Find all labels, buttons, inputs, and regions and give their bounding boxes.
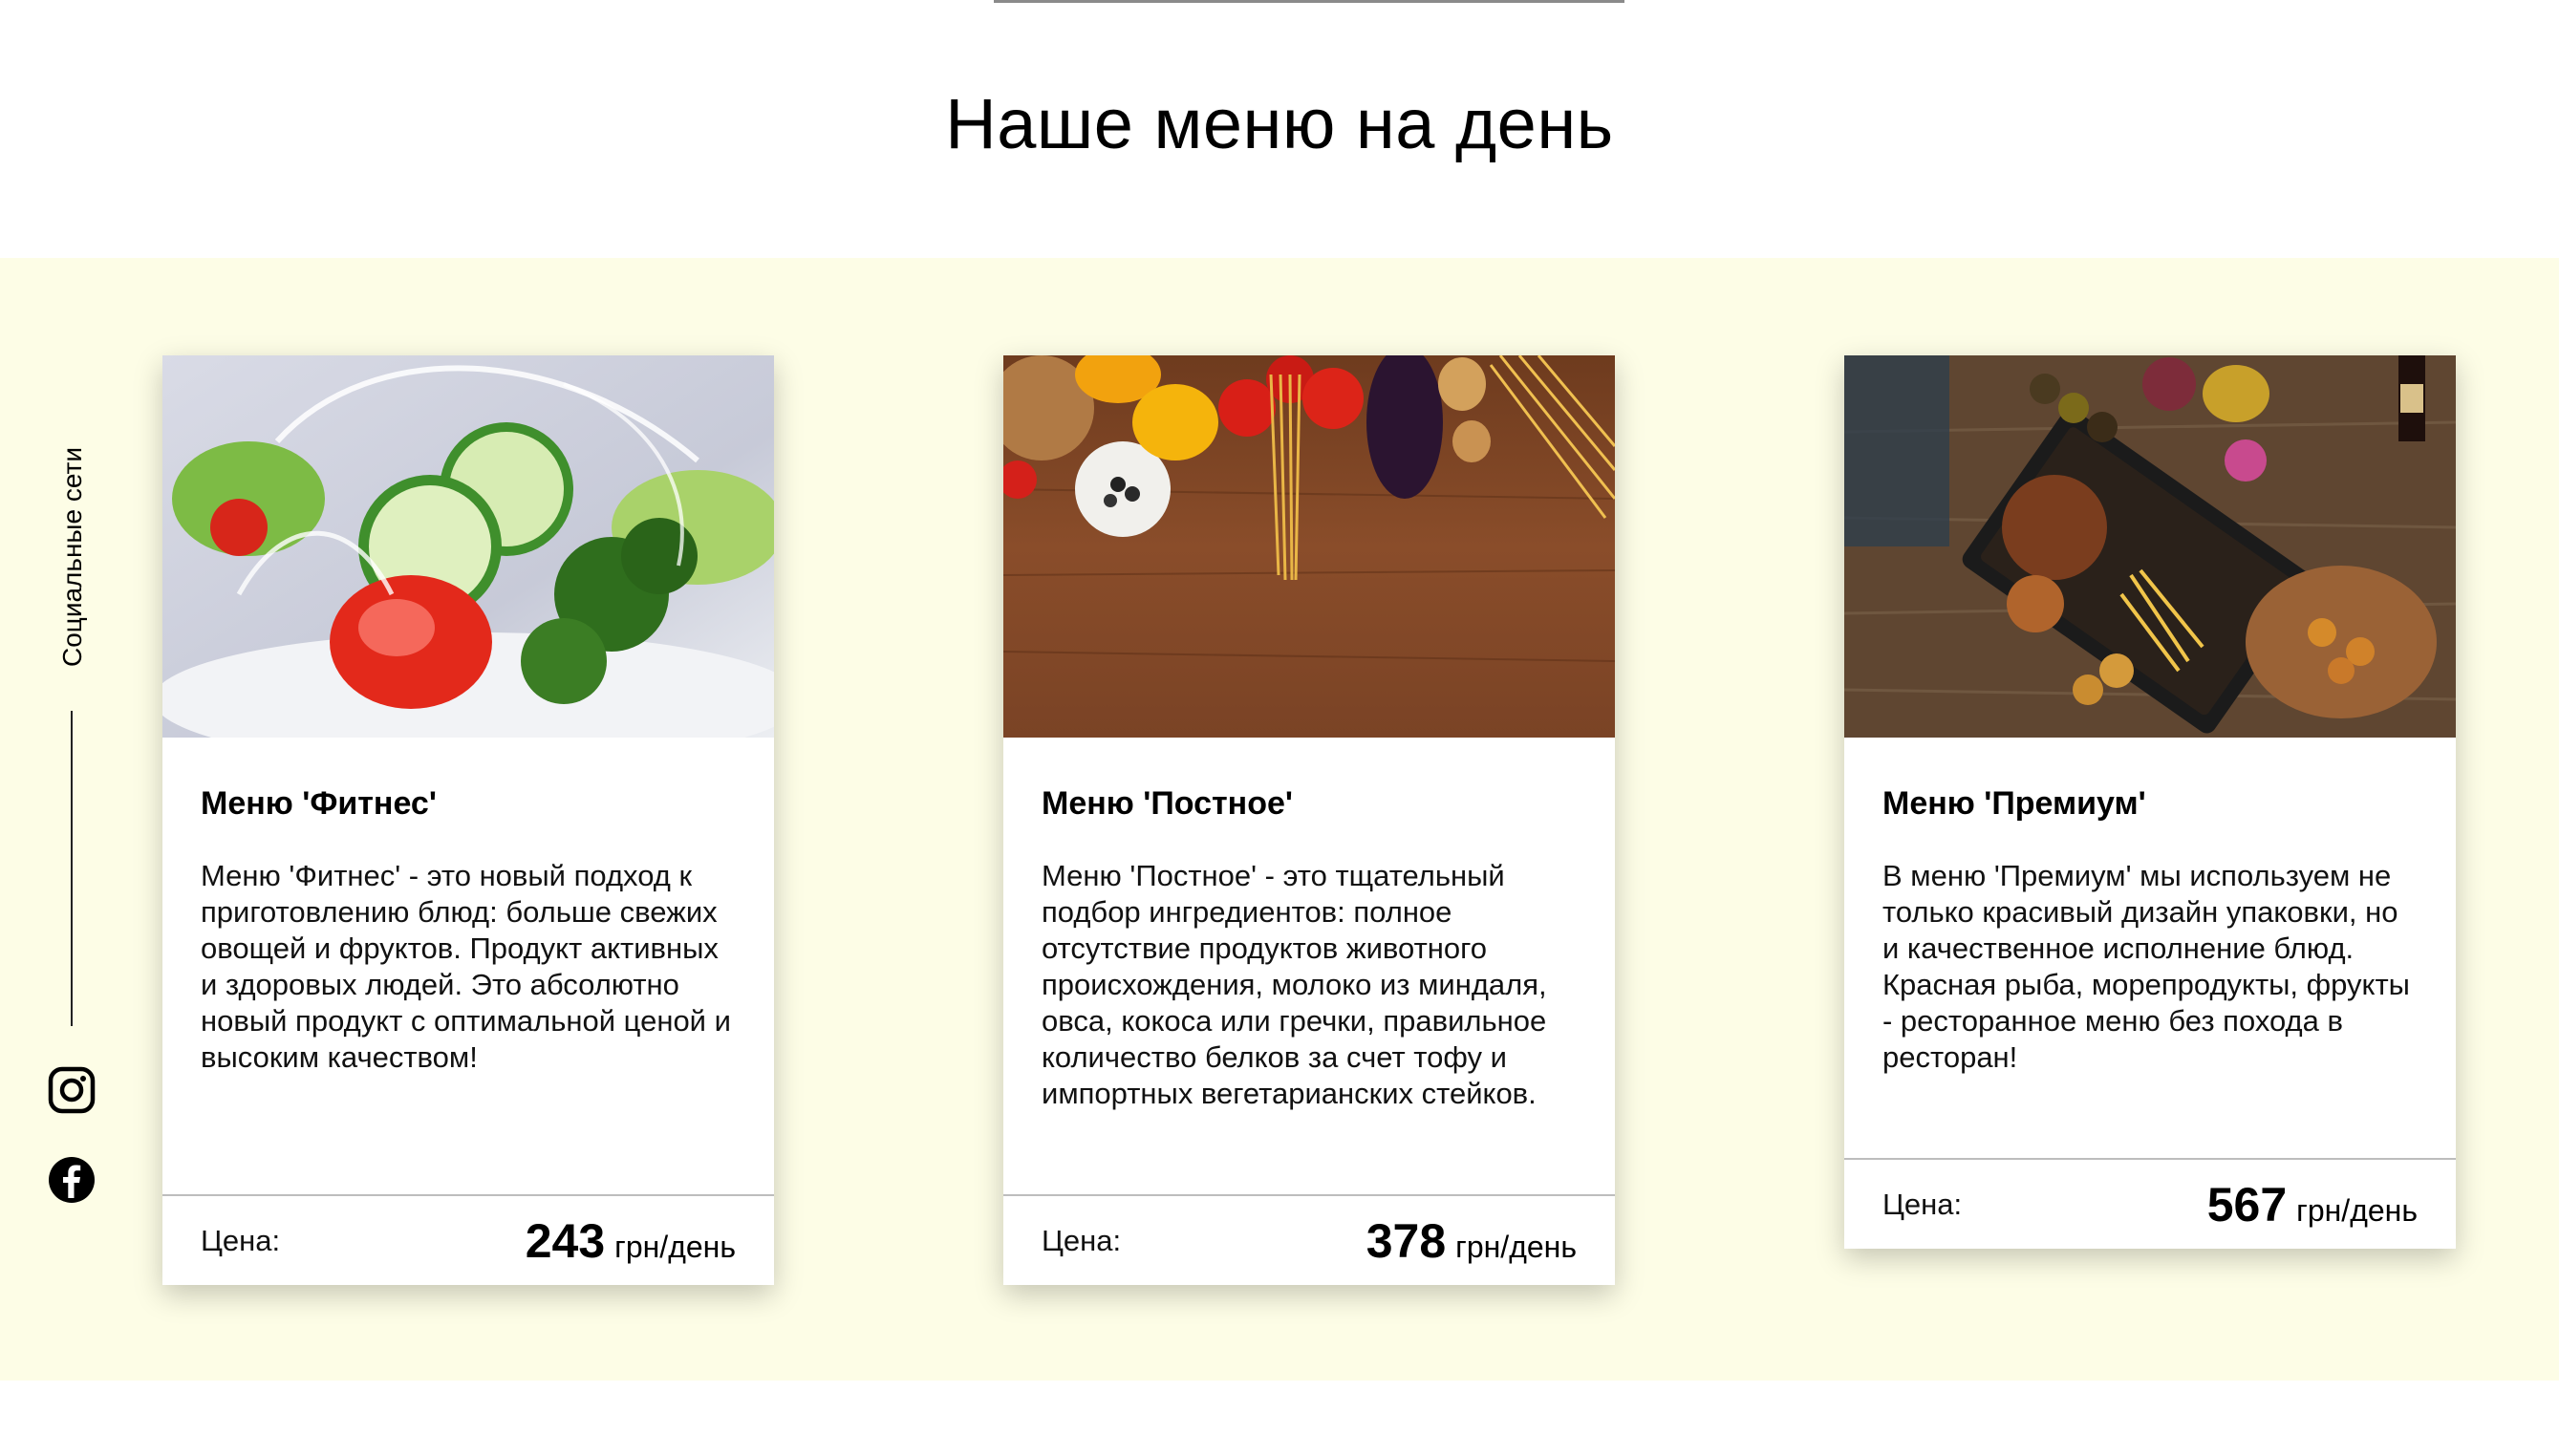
card-body: Меню 'Постное' Меню 'Постное' - это тщат…: [1003, 738, 1615, 1112]
price-unit: грн/день: [1455, 1229, 1577, 1264]
card-footer: Цена: 243 грн/день: [162, 1194, 774, 1285]
price-amount: 243: [525, 1213, 606, 1268]
lenten-vegetables-photo: [1003, 355, 1615, 738]
card-body: Меню 'Фитнес' Меню 'Фитнес' - это новый …: [162, 738, 774, 1076]
price-value: 378 грн/день: [1366, 1213, 1577, 1269]
social-divider-line: [71, 711, 73, 1026]
top-divider: [994, 0, 1624, 3]
menu-card-lenten[interactable]: Меню 'Постное' Меню 'Постное' - это тщат…: [1003, 355, 1615, 1285]
price-label: Цена:: [1882, 1187, 1963, 1221]
card-title: Меню 'Премиум': [1882, 785, 2146, 822]
card-body: Меню 'Премиум' В меню 'Премиум' мы испол…: [1844, 738, 2456, 1076]
price-unit: грн/день: [2296, 1192, 2418, 1228]
price-amount: 378: [1366, 1213, 1447, 1268]
card-footer: Цена: 567 грн/день: [1844, 1158, 2456, 1249]
card-description: Меню 'Постное' - это тщательный подбор и…: [1042, 859, 1547, 1110]
price-value: 567 грн/день: [2207, 1177, 2418, 1232]
price-value: 243 грн/день: [526, 1213, 736, 1269]
page-title: Наше меню на день: [945, 84, 1614, 163]
card-title: Меню 'Постное': [1042, 785, 1293, 822]
fitness-salad-photo: [162, 355, 774, 738]
premium-platter-photo: [1844, 355, 2456, 738]
menu-card-fitness[interactable]: Меню 'Фитнес' Меню 'Фитнес' - это новый …: [162, 355, 774, 1285]
facebook-icon[interactable]: [48, 1156, 96, 1204]
card-description: В меню 'Премиум' мы используем не только…: [1882, 859, 2410, 1074]
menu-card-premium[interactable]: Меню 'Премиум' В меню 'Премиум' мы испол…: [1844, 355, 2456, 1249]
card-footer: Цена: 378 грн/день: [1003, 1194, 1615, 1285]
social-label: Социальные сети: [57, 446, 87, 667]
price-amount: 567: [2206, 1177, 2288, 1231]
price-label: Цена:: [201, 1223, 281, 1257]
instagram-icon[interactable]: [48, 1066, 96, 1114]
price-label: Цена:: [1042, 1223, 1122, 1257]
card-title: Меню 'Фитнес': [201, 785, 437, 822]
price-unit: грн/день: [614, 1229, 736, 1264]
card-description: Меню 'Фитнес' - это новый подход к приго…: [201, 859, 731, 1074]
